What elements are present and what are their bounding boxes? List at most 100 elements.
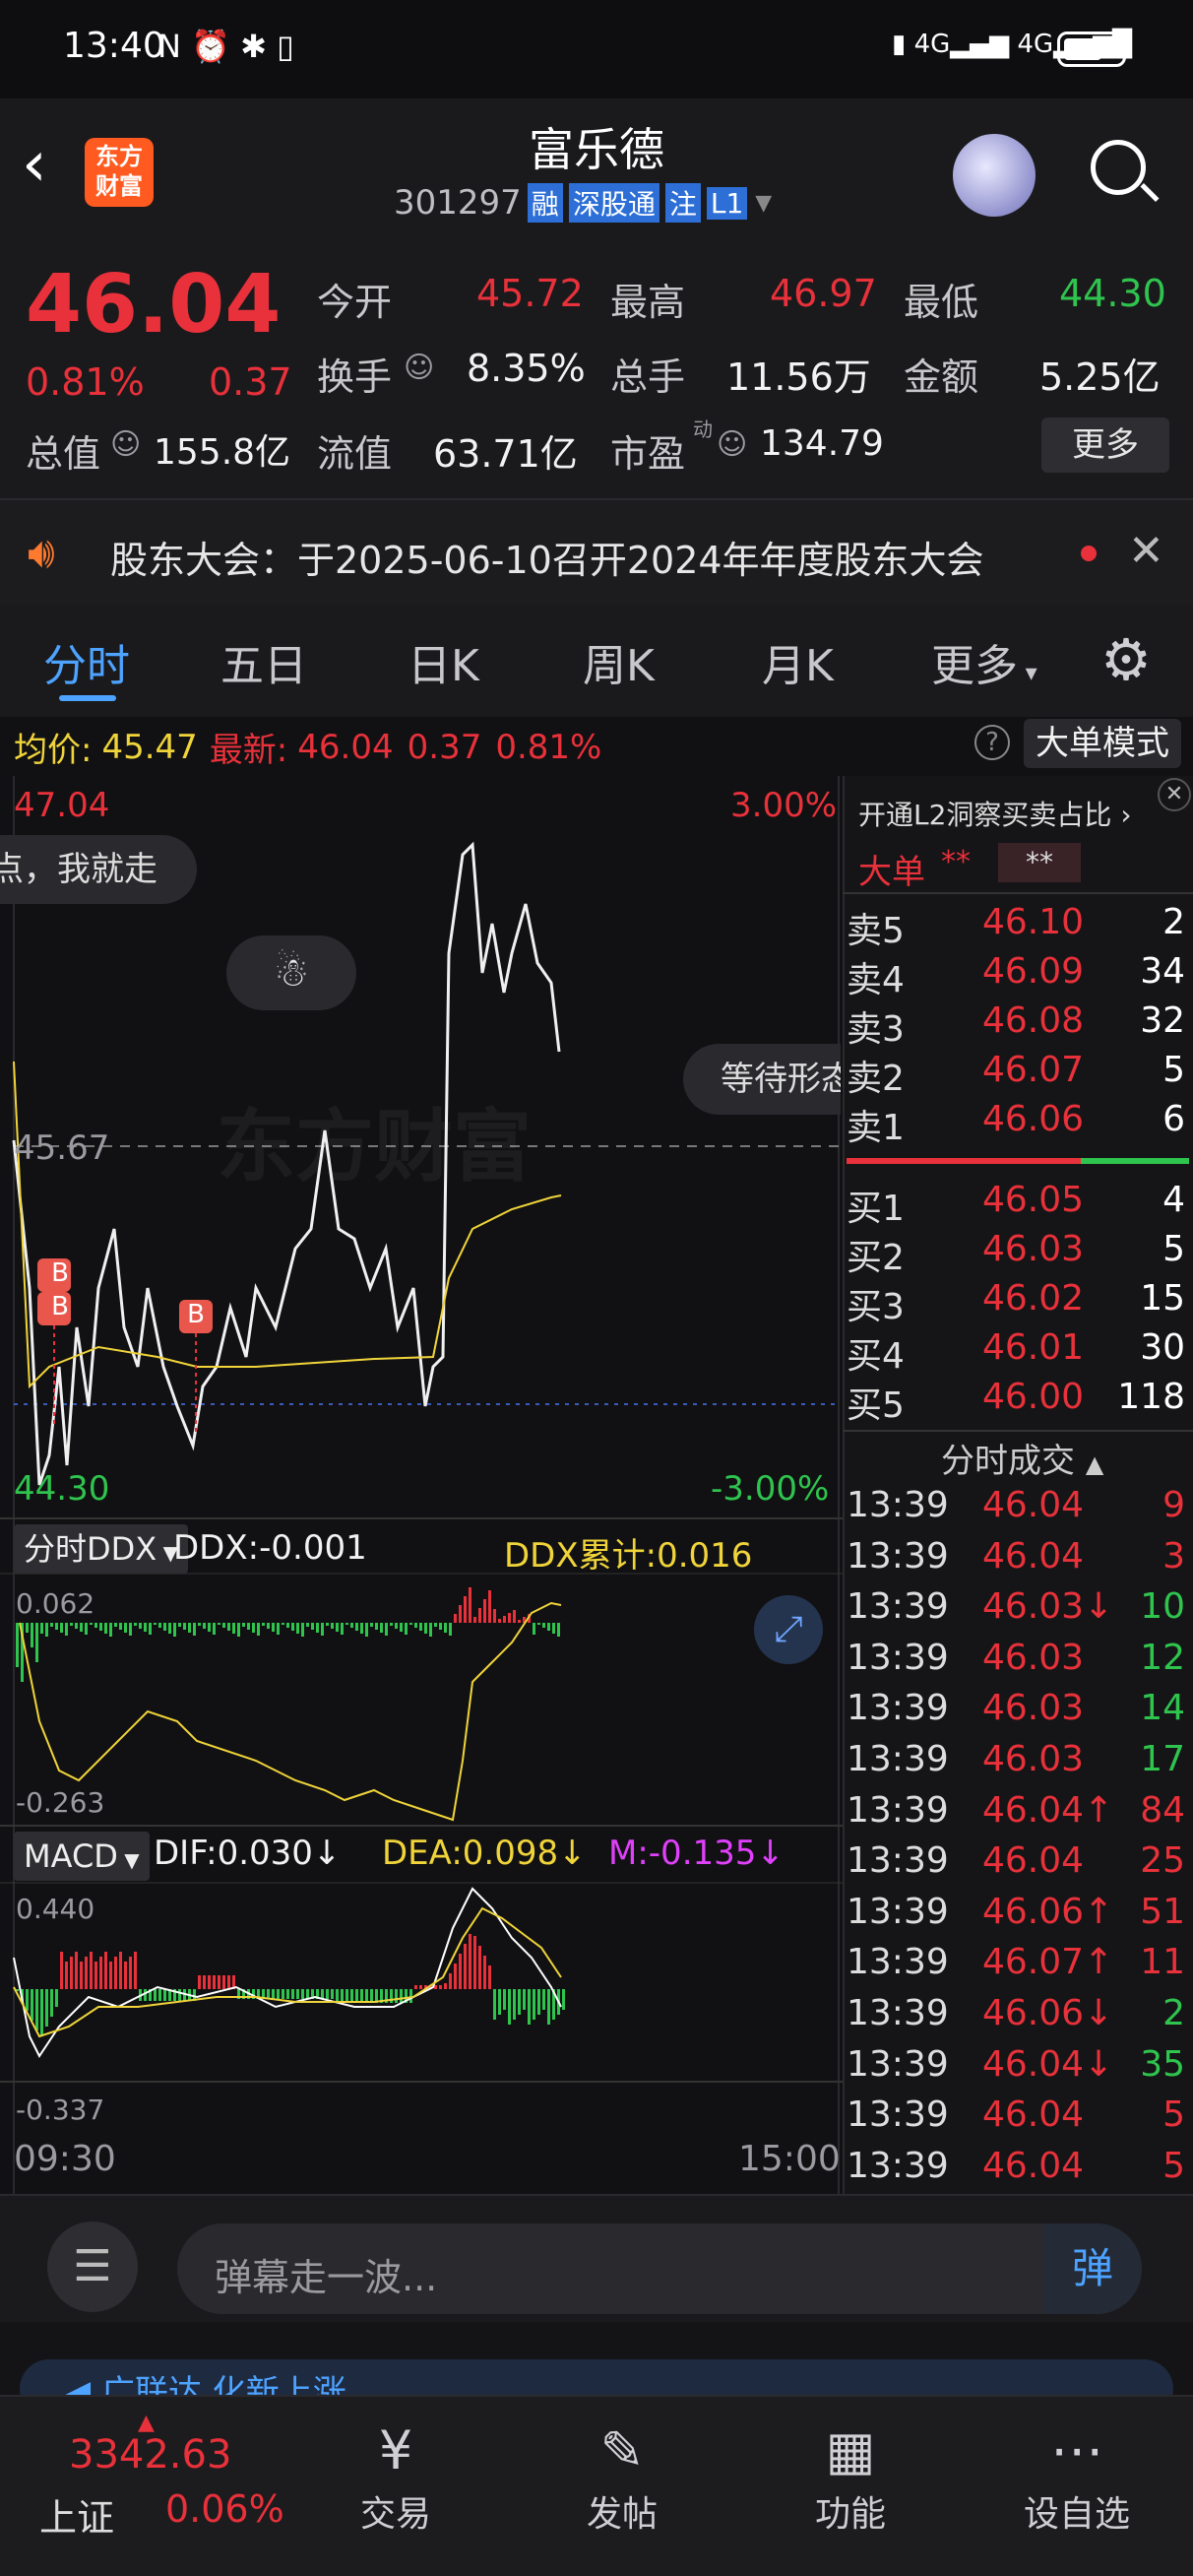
macd-bar: [203, 1975, 206, 1989]
bid-row[interactable]: 买1 46.05 4: [847, 1180, 1193, 1229]
bid-volume: 118: [1117, 1377, 1185, 1417]
ask-row[interactable]: 卖2 46.07 5: [847, 1050, 1193, 1099]
tag-l1[interactable]: L1: [706, 186, 748, 220]
index-name[interactable]: 上证: [39, 2487, 114, 2542]
bid-volume: 5: [1162, 1229, 1185, 1269]
notice-bar[interactable]: 🔊︎ 股东大会：于2025-06-10召开2024年年度股东大会 ✕: [0, 498, 1193, 605]
tab-daily-k[interactable]: 日K: [408, 630, 479, 693]
macd-bar: [493, 1989, 496, 2020]
macd-bar: [523, 1989, 526, 2010]
dea-value: DEA:0.098↓: [382, 1834, 587, 1873]
chevron-down-icon[interactable]: ▼: [755, 191, 772, 216]
comment-input[interactable]: 弹幕走一波... 弹: [177, 2223, 1142, 2314]
nav-watchlist[interactable]: ⋯ 设自选: [1008, 2416, 1146, 2537]
tab-intraday[interactable]: 分时: [43, 630, 130, 693]
m-value: M:-0.135↓: [608, 1834, 785, 1873]
trade-time: 13:39: [847, 1789, 949, 1831]
info-icon[interactable]: ☺: [110, 427, 141, 462]
danmaku-bubble[interactable]: 点，我就走: [0, 835, 197, 904]
ddx-bar: [296, 1623, 299, 1634]
ddx-bar: [277, 1623, 280, 1635]
macd-bar: [26, 1989, 29, 2011]
tag-rong: 融: [527, 183, 563, 223]
trade-volume: 3: [1162, 1535, 1185, 1577]
avg-label: 均价:: [14, 731, 93, 770]
bid-row[interactable]: 买5 46.00 118: [847, 1377, 1193, 1426]
search-icon[interactable]: [1091, 140, 1160, 203]
ddx-bar: [355, 1623, 358, 1631]
macd-bar: [414, 1985, 417, 1989]
send-danmaku-icon[interactable]: 弹: [1043, 2223, 1142, 2314]
macd-bar: [464, 1944, 467, 1989]
robot-assistant-icon[interactable]: [953, 134, 1036, 217]
macd-bar: [85, 1957, 88, 1989]
macd-bar: [360, 1989, 363, 2003]
tab-weekly-k[interactable]: 周K: [583, 630, 655, 693]
info-icon[interactable]: ☺: [717, 427, 747, 462]
macd-bar: [483, 1956, 486, 1989]
close-icon[interactable]: ✕: [1128, 526, 1164, 576]
bid-row[interactable]: 买2 46.03 5: [847, 1229, 1193, 1278]
nav-post[interactable]: ✎ 发帖: [553, 2416, 691, 2537]
tab-more[interactable]: 更多 ▾: [931, 630, 1037, 693]
trades-header[interactable]: 分时成交 ▲: [941, 1434, 1103, 1482]
settings-gear-icon[interactable]: ⚙: [1100, 626, 1152, 693]
ask-row[interactable]: 卖1 46.06 6: [847, 1099, 1193, 1148]
ddx-bar: [208, 1623, 211, 1632]
help-icon[interactable]: ?: [974, 725, 1010, 760]
ddx-top-label: 0.062: [16, 1587, 95, 1620]
macd-bar: [40, 1989, 43, 2036]
ask-row[interactable]: 卖4 46.09 34: [847, 951, 1193, 1000]
ddx-selector[interactable]: 分时DDX ▼: [14, 1524, 188, 1574]
status-time: 13:40: [63, 26, 165, 66]
ask-row[interactable]: 卖5 46.10 2: [847, 902, 1193, 951]
ddx-bar: [158, 1623, 161, 1628]
macd-selector[interactable]: MACD ▼: [14, 1832, 150, 1881]
trade-price: 46.04: [982, 1485, 1085, 1525]
trade-row: 13:39 46.06↑ 51: [847, 1892, 1193, 1943]
pattern-bubble[interactable]: 等待形态: [683, 1044, 841, 1115]
ddx-bar: [65, 1623, 68, 1636]
info-icon[interactable]: ☺: [404, 351, 434, 385]
bid-row[interactable]: 买3 46.02 15: [847, 1278, 1193, 1327]
ask-row[interactable]: 卖3 46.08 32: [847, 1000, 1193, 1050]
danmaku-settings-icon[interactable]: ☰: [47, 2222, 138, 2312]
expand-icon[interactable]: ⤢: [754, 1595, 823, 1664]
nav-functions[interactable]: ▦ 功能: [782, 2416, 919, 2537]
ask-bid-ratio-bar-green: [1081, 1158, 1189, 1164]
close-icon[interactable]: ✕: [1158, 778, 1191, 811]
macd-bar: [439, 1985, 442, 1989]
tab-five-day[interactable]: 五日: [220, 630, 307, 693]
turnover-value: 8.35%: [467, 347, 586, 390]
stock-code-row: 301297 融 深股通 注 L1 ▼: [394, 183, 772, 223]
nav-trade[interactable]: ¥ 交易: [327, 2416, 465, 2537]
tag-zhu: 注: [664, 183, 701, 223]
ask-volume: 6: [1162, 1099, 1185, 1139]
ddx-bar: [419, 1623, 422, 1631]
l2-promo-link[interactable]: 开通L2洞察买卖占比 ›: [858, 794, 1132, 833]
trade-price: 46.04: [982, 2094, 1085, 2136]
more-button[interactable]: 更多: [1041, 418, 1169, 473]
trade-yen-icon: ¥: [378, 2419, 413, 2481]
bid-price: 46.03: [982, 1229, 1085, 1269]
big-order-mode-button[interactable]: 大单模式: [1024, 719, 1181, 768]
notice-text: 股东大会：于2025-06-10召开2024年年度股东大会: [110, 539, 984, 582]
bid-label: 买1: [847, 1189, 905, 1229]
mascot-icon[interactable]: ☃: [226, 935, 356, 1010]
ddx-bar: [90, 1623, 93, 1625]
status-icons: N ⏰ ✱ ▯: [157, 28, 294, 65]
stock-code: 301297: [394, 183, 522, 223]
ddx-bar: [390, 1623, 393, 1626]
open-label: 今开: [317, 281, 393, 324]
macd-bar: [163, 1989, 166, 2001]
trade-row: 13:39 46.04↑ 84: [847, 1790, 1193, 1841]
index-pct[interactable]: 0.06%: [165, 2487, 284, 2531]
bid-row[interactable]: 买4 46.01 30: [847, 1327, 1193, 1377]
index-value[interactable]: 3342.63: [69, 2432, 231, 2478]
current-price: 46.04: [26, 258, 282, 352]
ask-price: 46.07: [982, 1050, 1085, 1090]
macd-bar: [469, 1934, 471, 1989]
macd-bar: [277, 1989, 280, 1999]
tab-monthly-k[interactable]: 月K: [762, 630, 834, 693]
amount-label: 金额: [904, 355, 979, 399]
